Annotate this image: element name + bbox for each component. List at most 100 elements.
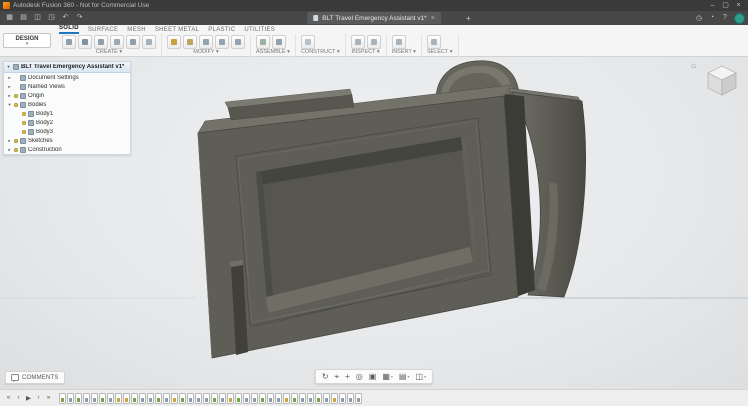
visibility-bulb-icon[interactable]: [14, 103, 18, 107]
hole-icon[interactable]: [142, 35, 156, 49]
select-icon[interactable]: [427, 35, 441, 49]
timeline-feature-sketch[interactable]: [99, 393, 106, 404]
timeline-feature-extrude[interactable]: [83, 393, 90, 404]
timeline-feature-fillet[interactable]: [331, 393, 338, 404]
browser-item-body1[interactable]: Body1: [4, 109, 130, 118]
ribbon-tab-plastic[interactable]: PLASTIC: [208, 27, 235, 34]
timeline-feature-extrude[interactable]: [347, 393, 354, 404]
visibility-bulb-icon[interactable]: [22, 121, 26, 125]
pan-icon[interactable]: +: [345, 373, 350, 381]
timeline-feature-sketch[interactable]: [211, 393, 218, 404]
joint-icon[interactable]: [272, 35, 286, 49]
zoom-icon[interactable]: ◎: [356, 373, 363, 381]
expand-arrow-icon[interactable]: ▾: [6, 64, 11, 70]
timeline-feature-sketch[interactable]: [315, 393, 322, 404]
visibility-bulb-icon[interactable]: [14, 94, 18, 98]
view-cube[interactable]: [700, 60, 744, 100]
timeline-feature-extrude[interactable]: [323, 393, 330, 404]
fit-icon[interactable]: ▣: [369, 373, 377, 381]
export-icon[interactable]: ◳: [45, 12, 58, 24]
timeline-feature-extrude[interactable]: [299, 393, 306, 404]
notifications-icon[interactable]: ◔: [707, 14, 717, 22]
document-tab[interactable]: BLT Travel Emergency Assistant v1* ×: [307, 12, 441, 24]
timeline-go-to-end-button[interactable]: »: [44, 394, 53, 402]
timeline-feature-extrude[interactable]: [91, 393, 98, 404]
data-panel-icon[interactable]: ▦: [3, 12, 16, 24]
timeline-feature-fillet[interactable]: [171, 393, 178, 404]
orbit-icon[interactable]: ↻: [322, 373, 329, 381]
extrude-icon[interactable]: [78, 35, 92, 49]
new-tab-button[interactable]: +: [466, 14, 471, 23]
measure-icon[interactable]: [351, 35, 365, 49]
maximize-button[interactable]: ▢: [719, 0, 732, 11]
timeline-feature-sketch[interactable]: [259, 393, 266, 404]
timeline-step-forward-button[interactable]: ›: [34, 394, 43, 402]
redo-icon[interactable]: ↷: [73, 12, 86, 24]
ribbon-tab-mesh[interactable]: MESH: [127, 27, 146, 34]
browser-item-named-views[interactable]: ▸Named Views: [4, 82, 130, 91]
timeline-feature-extrude[interactable]: [139, 393, 146, 404]
split-body-icon[interactable]: [231, 35, 245, 49]
ribbon-tab-sheet-metal[interactable]: SHEET METAL: [155, 27, 199, 34]
timeline-feature-sketch[interactable]: [155, 393, 162, 404]
timeline-feature-extrude[interactable]: [219, 393, 226, 404]
browser-item-body3[interactable]: Body3: [4, 127, 130, 136]
help-icon[interactable]: ?: [720, 14, 730, 22]
ribbon-tab-utilities[interactable]: UTILITIES: [244, 27, 275, 34]
visibility-bulb-icon[interactable]: [14, 148, 18, 152]
visibility-bulb-icon[interactable]: [14, 139, 18, 143]
comments-button[interactable]: COMMENTS: [5, 371, 65, 384]
grid-and-snaps-icon[interactable]: ▤▾: [399, 373, 410, 381]
new-component-icon[interactable]: [256, 35, 270, 49]
timeline-feature-extrude[interactable]: [107, 393, 114, 404]
timeline-play-button[interactable]: ▶: [24, 394, 33, 402]
expand-arrow-icon[interactable]: ▸: [7, 75, 12, 81]
insert-mesh-icon[interactable]: [392, 35, 406, 49]
viewports-icon[interactable]: ◫▾: [416, 373, 427, 381]
timeline-go-to-start-button[interactable]: «: [4, 394, 13, 402]
timeline-feature-sketch[interactable]: [75, 393, 82, 404]
timeline-feature-extrude[interactable]: [243, 393, 250, 404]
fillet-icon[interactable]: [183, 35, 197, 49]
browser-item-sketches[interactable]: ▸Sketches: [4, 136, 130, 145]
expand-arrow-icon[interactable]: ▸: [7, 147, 12, 153]
browser-item-bodies[interactable]: ▾Bodies: [4, 100, 130, 109]
ribbon-tab-solid[interactable]: SOLID: [59, 25, 79, 34]
timeline-step-back-button[interactable]: ‹: [14, 394, 23, 402]
timeline-feature-extrude[interactable]: [195, 393, 202, 404]
timeline-feature-extrude[interactable]: [251, 393, 258, 404]
timeline-feature-extrude[interactable]: [275, 393, 282, 404]
browser-item-body2[interactable]: Body2: [4, 118, 130, 127]
timeline-feature-sketch[interactable]: [131, 393, 138, 404]
section-analysis-icon[interactable]: [367, 35, 381, 49]
avatar[interactable]: [734, 13, 745, 24]
file-menu-icon[interactable]: ▤: [17, 12, 30, 24]
press-pull-icon[interactable]: [167, 35, 181, 49]
timeline-feature-extrude[interactable]: [147, 393, 154, 404]
save-icon[interactable]: ◫: [31, 12, 44, 24]
expand-arrow-icon[interactable]: ▸: [7, 84, 12, 90]
timeline-feature-sketch[interactable]: [235, 393, 242, 404]
timeline-feature-extrude[interactable]: [187, 393, 194, 404]
revolve-icon[interactable]: [94, 35, 108, 49]
tab-close-icon[interactable]: ×: [431, 15, 435, 22]
home-view-icon[interactable]: ⌂: [691, 62, 696, 70]
new-solid-icon[interactable]: [62, 35, 76, 49]
sweep-icon[interactable]: [110, 35, 124, 49]
visibility-bulb-icon[interactable]: [22, 130, 26, 134]
timeline-feature-extrude[interactable]: [267, 393, 274, 404]
job-status-icon[interactable]: ◷: [694, 14, 704, 22]
visibility-bulb-icon[interactable]: [22, 112, 26, 116]
undo-icon[interactable]: ↶: [59, 12, 72, 24]
viewport-canvas[interactable]: ▾ BLT Travel Emergency Assistant v1* ▸Do…: [0, 57, 748, 389]
timeline-feature-extrude[interactable]: [163, 393, 170, 404]
timeline-feature-sketch[interactable]: [291, 393, 298, 404]
close-button[interactable]: ×: [732, 0, 745, 11]
timeline-feature-fillet[interactable]: [227, 393, 234, 404]
timeline-feature-extrude[interactable]: [307, 393, 314, 404]
display-settings-icon[interactable]: ▦▾: [382, 373, 393, 381]
browser-root-item[interactable]: ▾ BLT Travel Emergency Assistant v1*: [4, 62, 130, 73]
combine-icon[interactable]: [215, 35, 229, 49]
timeline-feature-extrude[interactable]: [203, 393, 210, 404]
expand-arrow-icon[interactable]: ▸: [7, 138, 12, 144]
